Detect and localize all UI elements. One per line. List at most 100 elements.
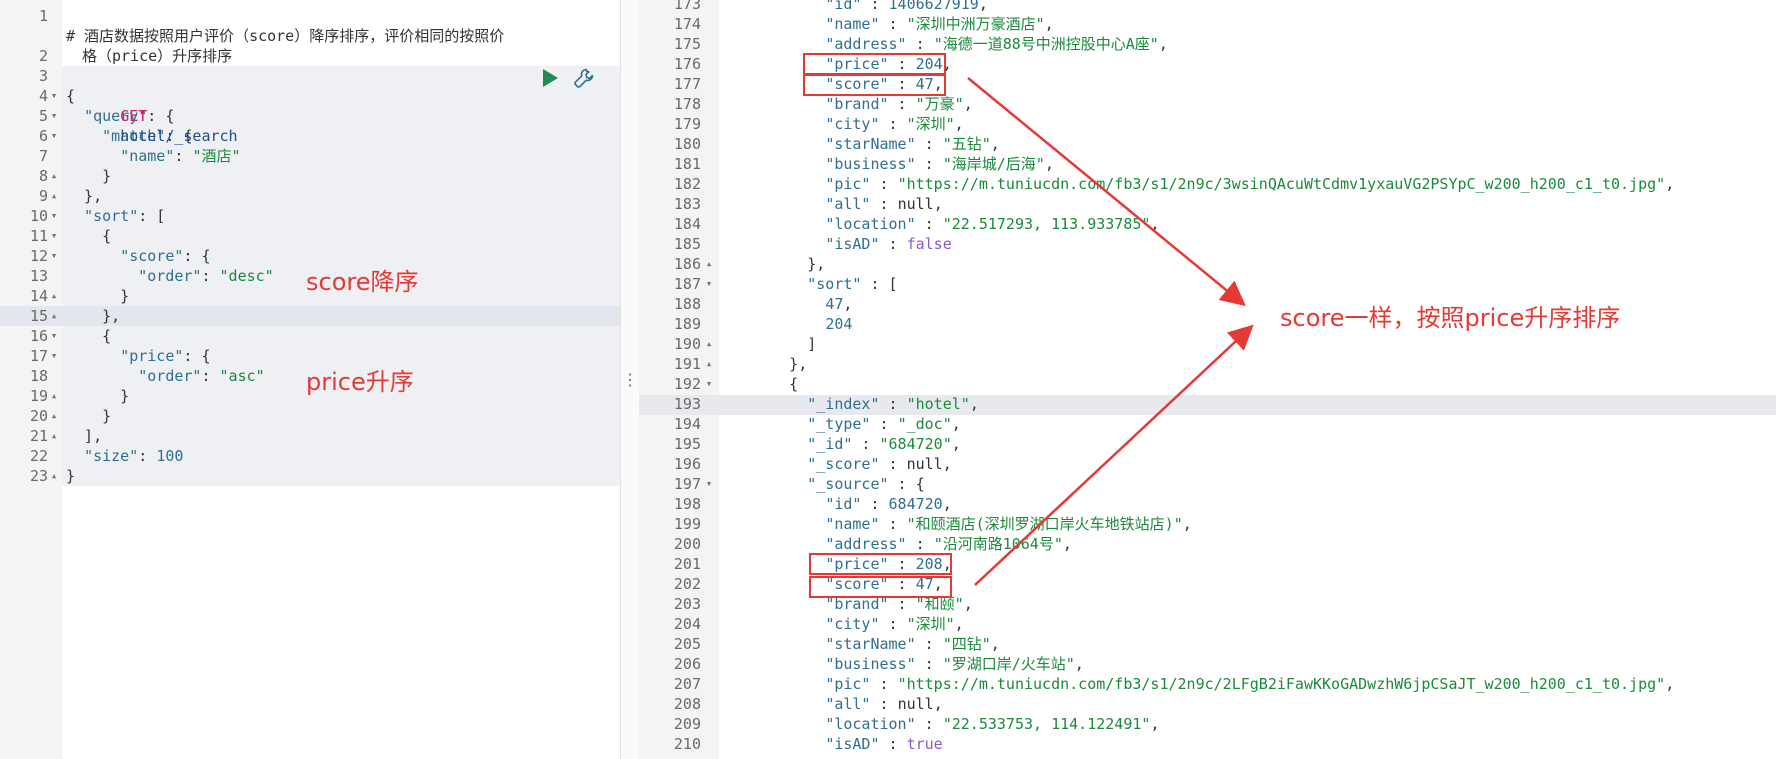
code-token: "22.533753, 114.122491" xyxy=(942,715,1151,733)
fold-close-icon[interactable]: ▴ xyxy=(703,354,715,374)
line-number: 200 xyxy=(673,535,701,553)
code-text: "order": "desc" xyxy=(66,266,273,286)
line-number: 21 xyxy=(29,427,48,445)
code-token: "address" xyxy=(825,535,907,553)
line-number: 174 xyxy=(673,15,701,33)
fold-close-icon[interactable]: ▴ xyxy=(48,286,60,306)
line-number: 22 xyxy=(29,447,48,465)
code-token: "_doc" xyxy=(897,415,952,433)
code-token: "_index" xyxy=(807,395,880,413)
code-token: "order" xyxy=(138,367,202,385)
code-text: 204 xyxy=(735,314,852,334)
code-text: "pic" : "https://m.tuniucdn.com/fb3/s1/2… xyxy=(735,174,1674,194)
line-number: 185 xyxy=(673,235,701,253)
code-token: , xyxy=(942,495,952,513)
code-token: } xyxy=(66,407,112,425)
fold-close-icon[interactable]: ▴ xyxy=(703,254,715,274)
play-icon[interactable] xyxy=(543,69,558,87)
code-text: "city" : "深圳", xyxy=(735,614,963,634)
fold-open-icon[interactable]: ▾ xyxy=(48,226,60,246)
line-number: 176 xyxy=(673,55,701,73)
code-token: , xyxy=(1044,15,1054,33)
fold-open-icon[interactable]: ▾ xyxy=(48,326,60,346)
code-text: "business" : "海岸城/后海", xyxy=(735,154,1054,174)
wrench-icon[interactable] xyxy=(572,66,596,90)
code-token: , xyxy=(942,455,952,473)
code-token: , xyxy=(990,135,1000,153)
line-number: 194 xyxy=(673,415,701,433)
fold-open-icon[interactable]: ▾ xyxy=(48,126,60,146)
fold-close-icon[interactable]: ▴ xyxy=(48,166,60,186)
fold-close-icon[interactable]: ▴ xyxy=(48,406,60,426)
code-text: ] xyxy=(735,334,816,354)
code-text: "pic" : "https://m.tuniucdn.com/fb3/s1/2… xyxy=(735,674,1674,694)
line-number: 10 xyxy=(29,207,48,225)
highlight-price-201 xyxy=(809,553,952,575)
code-token: , xyxy=(1062,535,1072,553)
code-token: "isAD" xyxy=(825,235,880,253)
code-text: "sort": [ xyxy=(66,206,165,226)
line-number: 187 xyxy=(673,275,701,293)
fold-open-icon[interactable]: ▾ xyxy=(48,106,60,126)
code-token: : xyxy=(915,155,943,173)
fold-close-icon[interactable]: ▴ xyxy=(703,334,715,354)
fold-close-icon[interactable]: ▴ xyxy=(48,186,60,206)
fold-open-icon[interactable]: ▾ xyxy=(703,274,715,294)
line-number: 208 xyxy=(673,695,701,713)
line-number: 7 xyxy=(38,147,48,165)
code-token: : [ xyxy=(861,275,898,293)
fold-close-icon[interactable]: ▴ xyxy=(48,386,60,406)
splitter-handle-icon[interactable]: ⋮ xyxy=(622,370,638,389)
code-token: "_type" xyxy=(807,415,871,433)
code-token: ] xyxy=(735,335,817,353)
fold-open-icon[interactable]: ▾ xyxy=(703,474,715,494)
fold-open-icon[interactable]: ▾ xyxy=(48,346,60,366)
line-number: 203 xyxy=(673,595,701,613)
code-token: : xyxy=(201,267,220,285)
code-token: "score" xyxy=(120,247,184,265)
code-token: , xyxy=(978,0,988,13)
fold-close-icon[interactable]: ▴ xyxy=(48,466,60,486)
code-token: "_score" xyxy=(807,455,880,473)
code-token: "深圳" xyxy=(906,115,955,133)
code-token: "business" xyxy=(825,655,916,673)
code-token: , xyxy=(1665,675,1675,693)
code-text: "name" : "和颐酒店(深圳罗湖口岸火车地铁站店)", xyxy=(735,514,1191,534)
code-token: : xyxy=(915,715,943,733)
code-token: "沿河南路1064号" xyxy=(933,535,1063,553)
fold-close-icon[interactable]: ▴ xyxy=(48,426,60,446)
line-number: 9 xyxy=(38,187,48,205)
line-number: 182 xyxy=(673,175,701,193)
code-text: "id" : 1406627919, xyxy=(735,0,988,14)
code-token: { xyxy=(66,227,112,245)
line-number: 191 xyxy=(673,355,701,373)
code-text: "location" : "22.533753, 114.122491", xyxy=(735,714,1159,734)
code-token: 1406627919 xyxy=(888,0,979,13)
code-token: } xyxy=(66,287,130,305)
code-token: "id" xyxy=(825,495,862,513)
fold-close-icon[interactable]: ▴ xyxy=(48,306,60,326)
fold-open-icon[interactable]: ▾ xyxy=(48,246,60,266)
code-token: : xyxy=(879,15,907,33)
code-token: , xyxy=(963,95,973,113)
highlight-price-176 xyxy=(803,53,946,75)
fold-open-icon[interactable]: ▾ xyxy=(703,374,715,394)
code-token: : xyxy=(879,115,907,133)
line-number: 178 xyxy=(673,95,701,113)
fold-open-icon[interactable]: ▾ xyxy=(48,86,60,106)
code-text: }, xyxy=(735,354,807,374)
code-text: } xyxy=(66,406,111,426)
code-text: }, xyxy=(66,186,102,206)
line-number: 17 xyxy=(29,347,48,365)
fold-open-icon[interactable]: ▾ xyxy=(48,206,60,226)
